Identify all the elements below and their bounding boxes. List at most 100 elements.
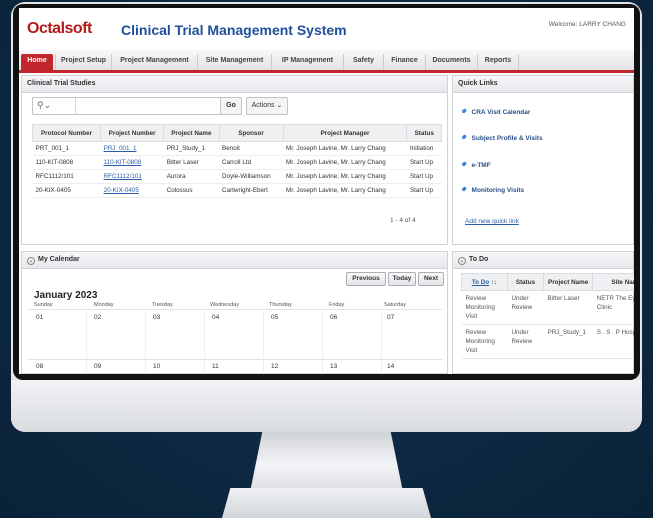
cell-sponsor: Doyle-Williamson	[219, 169, 284, 184]
col-status[interactable]: Status	[406, 124, 442, 142]
col-site-name[interactable]: Site Name	[592, 273, 634, 291]
nav-site-management[interactable]: Site Management	[197, 54, 271, 70]
calendar-day[interactable]: 02	[94, 314, 101, 321]
calendar-panel-title: ⌄ My Calendar	[22, 252, 447, 269]
nav-finance[interactable]: Finance	[383, 54, 425, 70]
nav-project-management[interactable]: Project Management	[111, 54, 197, 70]
cell-project-name: Aurora	[163, 169, 220, 184]
todo-status: Under Review	[507, 290, 544, 325]
col-status[interactable]: Status	[507, 273, 544, 291]
todo-panel-title: ⌄ To Do	[453, 252, 633, 269]
calendar-day[interactable]: 14	[387, 363, 394, 370]
calendar-day[interactable]: 06	[330, 314, 337, 321]
todo-task: Review Monitoring Visit	[461, 290, 508, 325]
monitor-stand-foot	[222, 488, 431, 518]
search-icon[interactable]: ⚲⌄	[37, 100, 51, 111]
cell-protocol: 20-KIX-0405	[32, 183, 101, 198]
calendar-day[interactable]: 11	[212, 363, 219, 370]
cell-project-number-link[interactable]: 110-KIT-0808	[100, 155, 164, 170]
calendar-day[interactable]: 13	[330, 363, 337, 370]
cell-project-number-link[interactable]: 20-KIX-0405	[100, 183, 164, 198]
calendar-day[interactable]: 10	[153, 363, 160, 370]
calendar-day[interactable]: 03	[153, 314, 160, 321]
cell-manager: Mr. Joseph Lavine, Mr. Larry Chang	[283, 141, 407, 156]
calendar-week-row	[27, 359, 442, 374]
weekday-label: Friday	[329, 302, 345, 308]
cell-status: Initiation	[406, 141, 442, 156]
brand-logo: Octalsoft	[27, 20, 92, 37]
weekday-label: Wednesday	[210, 302, 239, 308]
weekday-label: Thursday	[269, 302, 292, 308]
today-button[interactable]: Today	[388, 272, 416, 286]
calendar-day[interactable]: 08	[36, 363, 43, 370]
previous-button[interactable]: Previous	[346, 272, 386, 286]
col-project-name[interactable]: Project Name	[163, 124, 220, 142]
todo-site: NETR The Eyecare Clinic	[592, 290, 634, 325]
collapse-icon[interactable]: ⌄	[458, 257, 466, 265]
chevron-down-icon: ⌄	[276, 102, 283, 109]
cell-sponsor: Carroll Ltd	[219, 155, 284, 170]
calendar-day[interactable]: 05	[271, 314, 278, 321]
sort-icon: ↑↓	[490, 278, 498, 286]
cell-manager: Mr. Joseph Lavine, Mr. Larry Chang	[283, 169, 407, 184]
cell-project-name: Bitter Laser	[163, 155, 220, 170]
nav-reports[interactable]: Reports	[477, 54, 519, 70]
todo-row[interactable]: Review Monitoring Visit Under Review PRJ…	[461, 324, 634, 359]
welcome-user: Welcome: LARRY CHANG	[548, 21, 626, 28]
add-quick-link[interactable]: Add new quick link	[465, 218, 519, 225]
quick-link-monitoring-visits[interactable]: ⚭Monitoring Visits	[458, 183, 524, 195]
cell-protocol: 110-KIT-0808	[32, 155, 101, 170]
col-todo[interactable]: To Do ↑↓	[461, 273, 508, 291]
calendar-day[interactable]: 12	[271, 363, 278, 370]
quick-link-subject-profile[interactable]: ⚭Subject Profile & Visits	[458, 131, 542, 143]
col-sponsor[interactable]: Sponsor	[218, 124, 284, 142]
cell-project-name: Colossus	[163, 183, 220, 198]
cell-protocol: PRT_001_1	[32, 141, 101, 156]
todo-task: Review Monitoring Visit	[461, 324, 508, 359]
calendar-day[interactable]: 09	[94, 363, 101, 370]
nav-project-setup[interactable]: Project Setup	[55, 54, 111, 70]
calendar-day[interactable]: 07	[387, 314, 394, 321]
grid-divider	[204, 309, 205, 374]
search-input[interactable]	[75, 98, 225, 114]
col-project-name[interactable]: Project Name	[542, 273, 594, 291]
actions-button[interactable]: Actions ⌄	[246, 97, 288, 115]
todo-row[interactable]: Review Monitoring Visit Under Review Bit…	[461, 290, 634, 325]
cell-sponsor: Cartwright-Ebert	[219, 183, 284, 198]
quick-link-cra-visit-calendar[interactable]: ⚭CRA Visit Calendar	[458, 105, 530, 117]
calendar-panel: ⌄ My Calendar Previous Today Next January…	[21, 251, 448, 374]
cell-status: Start Up	[406, 155, 442, 170]
studies-panel-title: Clinical Trial Studies	[22, 76, 447, 93]
cell-project-number-link[interactable]: PRJ_001_1	[100, 141, 164, 156]
calendar-week-row	[27, 309, 442, 360]
todo-project: Bitter Laser	[543, 290, 593, 325]
nav-home[interactable]: Home	[21, 54, 53, 70]
cell-project-number-link[interactable]: RFC1112/101	[100, 169, 164, 184]
app-header: Octalsoft Clinical Trial Management Syst…	[19, 8, 634, 50]
calendar-day[interactable]: 04	[212, 314, 219, 321]
monitor-chin	[11, 380, 642, 432]
collapse-icon[interactable]: ⌄	[27, 257, 35, 265]
nav-ip-management[interactable]: IP Management	[271, 54, 343, 70]
calendar-month: January 2023	[34, 290, 98, 301]
nav-safety[interactable]: Safety	[343, 54, 383, 70]
cell-status: Start Up	[406, 183, 442, 198]
grid-divider	[86, 309, 87, 374]
col-protocol-number[interactable]: Protocol Number	[31, 124, 102, 142]
pagination-info: 1 - 4 of 4	[390, 217, 416, 224]
col-project-manager[interactable]: Project Manager	[282, 124, 408, 142]
grid-divider	[322, 309, 323, 374]
weekday-label: Sunday	[34, 302, 53, 308]
todo-table: To Do ↑↓ Status Project Name Site Name R…	[461, 273, 634, 359]
cell-status: Start Up	[406, 169, 442, 184]
weekday-label: Saturday	[384, 302, 407, 308]
col-project-number[interactable]: Project Number	[100, 124, 165, 142]
search-bar: ⚲⌄	[32, 97, 242, 115]
go-button[interactable]: Go	[220, 97, 242, 115]
calendar-day[interactable]: 01	[36, 314, 43, 321]
todo-site: S . S . P Hospital	[592, 324, 634, 359]
nav-documents[interactable]: Documents	[425, 54, 477, 70]
next-button[interactable]: Next	[418, 272, 444, 286]
quick-link-etmf[interactable]: ⚭e-TMF	[458, 158, 490, 170]
quick-links-panel: Quick Links ⚭CRA Visit Calendar ⚭Subject…	[452, 75, 634, 245]
